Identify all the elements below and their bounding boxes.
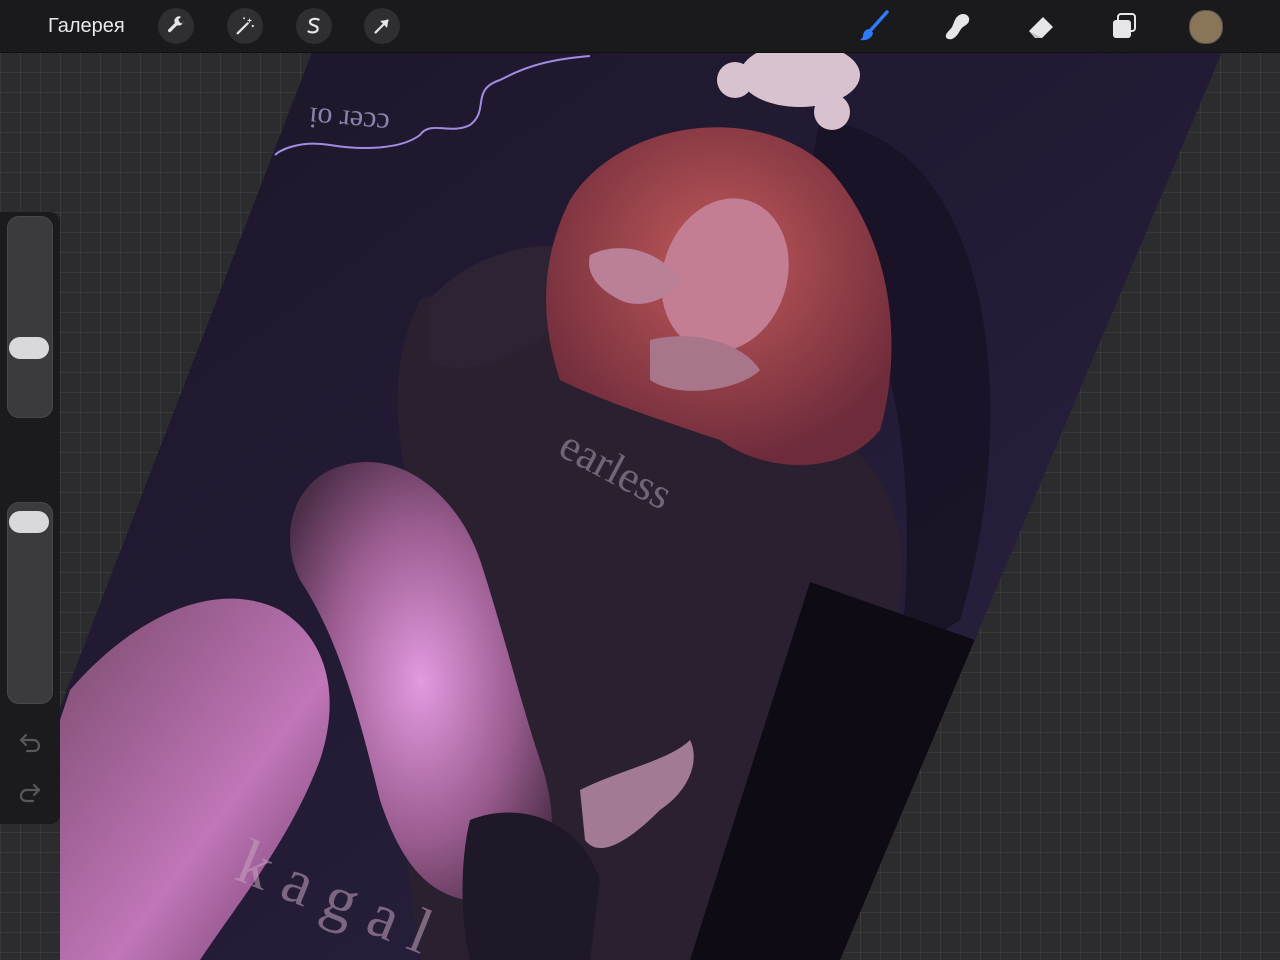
undo-button[interactable] (16, 728, 44, 756)
opacity-slider-thumb[interactable] (9, 511, 49, 534)
brush-size-slider[interactable] (7, 216, 53, 418)
eraser-tool-button[interactable] (1023, 8, 1059, 44)
layers-button[interactable] (1106, 8, 1142, 44)
left-sidebar (0, 212, 60, 824)
artwork-canvas[interactable]: ccer oi earless kagal (0, 0, 1280, 960)
brush-size-slider-thumb[interactable] (9, 336, 49, 359)
adjustments-button[interactable] (227, 8, 263, 44)
smudge-icon (945, 14, 970, 40)
wrench-icon (167, 16, 184, 33)
color-picker-button[interactable] (1189, 10, 1223, 44)
selection-button[interactable] (296, 8, 332, 44)
gallery-button[interactable]: Галерея (48, 14, 125, 38)
actions-button[interactable] (158, 8, 194, 44)
smudge-tool-button[interactable] (940, 8, 976, 44)
top-toolbar: Галерея (0, 0, 1280, 53)
selection-s-icon (307, 17, 320, 34)
redo-button[interactable] (16, 778, 44, 806)
undo-icon (19, 733, 41, 753)
transform-button[interactable] (364, 8, 400, 44)
redo-icon (19, 783, 41, 803)
watermark-top: ccer oi (308, 100, 391, 140)
arrow-cursor-icon (374, 19, 389, 34)
magic-wand-icon (236, 17, 254, 35)
eraser-icon (1029, 17, 1053, 38)
brush-icon (860, 10, 889, 41)
brush-tool-button[interactable] (856, 8, 892, 44)
layers-icon (1113, 13, 1136, 38)
